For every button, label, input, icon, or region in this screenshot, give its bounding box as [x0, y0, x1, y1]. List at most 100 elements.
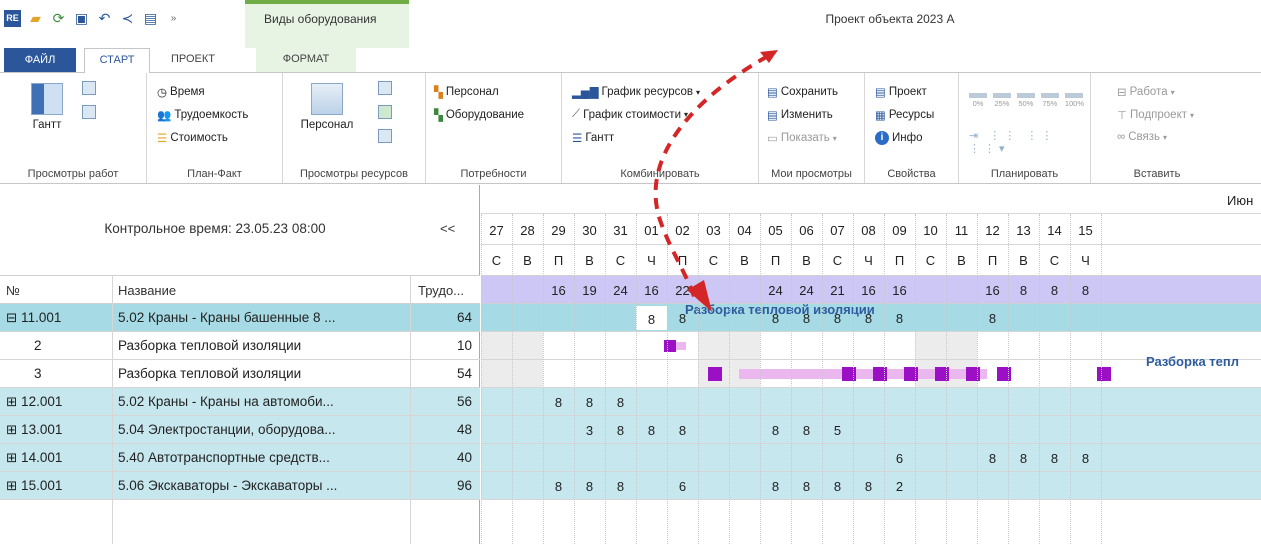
table-body: ⊟ 11.001 5.02 Краны - Краны башенные 8 ..…: [0, 304, 480, 544]
main-area: Контрольное время: 23.05.23 08:00 << № Н…: [0, 185, 1261, 544]
task-table: Контрольное время: 23.05.23 08:00 << № Н…: [0, 185, 480, 544]
personnel-grid-icon: ▚: [434, 87, 443, 99]
network-view-icon[interactable]: [82, 81, 96, 95]
equipment-sheet-icon[interactable]: [378, 105, 392, 119]
column-header-number[interactable]: №: [6, 283, 20, 298]
table-row[interactable]: ⊞ 15.001 5.06 Экскаваторы - Экскаваторы .…: [0, 472, 480, 500]
collapse-button[interactable]: <<: [440, 221, 455, 236]
gantt-view-button[interactable]: Гантт: [22, 83, 72, 131]
row-labor: 56: [456, 394, 472, 409]
line-chart-icon: ⟋: [572, 108, 581, 120]
table-row[interactable]: ⊞ 13.001 5.04 Электростанции, оборудова..…: [0, 416, 480, 444]
combine-gantt-label: Гантт: [585, 132, 615, 144]
day-gridline: [760, 214, 791, 544]
percent-100-button[interactable]: 100%: [1065, 93, 1084, 108]
chevron-down-icon: ▾: [1190, 110, 1195, 120]
day-gridline: [481, 214, 512, 544]
percent-50-button[interactable]: 50%: [1016, 93, 1035, 108]
column-divider: [112, 275, 113, 544]
day-gridline: [729, 214, 760, 544]
day-gridline: [543, 214, 574, 544]
percent-0-label: 0%: [972, 99, 984, 108]
table-row[interactable]: ⊟ 11.001 5.02 Краны - Краны башенные 8 ..…: [0, 304, 480, 332]
resource-sheet-icon[interactable]: [378, 81, 392, 95]
personnel-view-button[interactable]: Персонал: [295, 83, 359, 131]
resource-dropdown-icon[interactable]: [378, 129, 392, 143]
cost-button[interactable]: ☰ Стоимость: [157, 131, 228, 145]
table-header: № Название Трудо...: [0, 275, 480, 304]
row-number: ⊞ 14.001: [6, 450, 63, 465]
link-tasks-icons[interactable]: ⇥ ⋮⋮ ⋮⋮ ⋮⋮▾: [969, 129, 1090, 155]
group-caption: Просмотры работ: [27, 168, 119, 180]
ribbon: Гантт Просмотры работ ◷ Время 👥 Трудоемкос…: [0, 72, 1261, 184]
column-header-labor[interactable]: Трудо...: [418, 283, 464, 298]
resource-chart-button[interactable]: ▂▅▇ График ресурсов ▾: [572, 85, 700, 99]
resources-icon: ▦: [875, 110, 886, 122]
more-icon[interactable]: »: [165, 10, 182, 27]
quick-access-toolbar: RE ▰ ⟳ ▣ ↶ ≺ ▤ »: [4, 8, 182, 28]
save-view-button[interactable]: ▤ Сохранить: [767, 85, 838, 99]
resources-properties-button[interactable]: ▦ Ресурсы: [875, 108, 934, 122]
gantt-chart: Июн 27 28 29 30 31 01 02 03 04 05 06 07 08 09 10 11 12 13…: [481, 185, 1261, 544]
show-view-button[interactable]: ▭ Показать ▾: [767, 131, 837, 145]
title-bar: Виды оборудования Проект объекта 2023 А …: [0, 0, 1261, 48]
group-combine: ▂▅▇ График ресурсов ▾ ⟋ График стоимости ▾ ☰…: [562, 73, 759, 183]
equipment-grid-icon: ▚: [434, 110, 443, 122]
table-row[interactable]: 2 Разборка тепловой изоляции 10: [0, 332, 480, 360]
group-resource-views: Персонал Просмотры ресурсов: [283, 73, 426, 183]
cost-chart-button[interactable]: ⟋ График стоимости ▾: [572, 108, 688, 121]
refresh-icon[interactable]: ⟳: [50, 10, 67, 27]
percent-25-button[interactable]: 25%: [992, 93, 1011, 108]
info-button[interactable]: i Инфо: [875, 131, 922, 145]
table-row[interactable]: ⊞ 14.001 5.40 Автотранспортные средств...…: [0, 444, 480, 472]
open-folder-icon[interactable]: ▰: [27, 10, 44, 27]
group-work-views: Гантт Просмотры работ: [0, 73, 147, 183]
row-labor: 40: [456, 450, 472, 465]
control-time: Контрольное время: 23.05.23 08:00: [104, 221, 326, 236]
percent-complete-buttons: 0% 25% 50% 75% 100%: [969, 93, 1084, 108]
needs-equipment-button[interactable]: ▚ Оборудование: [434, 108, 524, 122]
row-number: ⊟ 11.001: [6, 310, 62, 325]
view-icon[interactable]: ▤: [142, 10, 159, 27]
chevron-down-icon: ▾: [832, 133, 837, 143]
group-caption: План-Факт: [187, 168, 242, 180]
save-icon[interactable]: ▣: [73, 10, 90, 27]
ribbon-tabs: ФАЙЛ СТАРТ ПРОЕКТ ФОРМАТ: [0, 48, 1261, 73]
day-gridline: [698, 214, 729, 544]
share-icon[interactable]: ≺: [119, 10, 136, 27]
info-label: Инфо: [892, 132, 923, 144]
row-number: 2: [34, 338, 42, 353]
tab-start[interactable]: СТАРТ: [84, 48, 150, 73]
column-header-name[interactable]: Название: [118, 283, 176, 298]
group-my-views: ▤ Сохранить ▤ Изменить ▭ Показать ▾ Мои прос…: [759, 73, 865, 183]
table-row[interactable]: ⊞ 12.001 5.02 Краны - Краны на автомоби..…: [0, 388, 480, 416]
combine-gantt-button[interactable]: ☰ Гантт: [572, 131, 614, 145]
month-header: Июн: [481, 185, 1261, 214]
table-row[interactable]: 3 Разборка тепловой изоляции 54: [0, 360, 480, 388]
day-gridline: [822, 214, 853, 544]
tab-format[interactable]: ФОРМАТ: [256, 48, 356, 72]
day-gridline: [1101, 214, 1132, 544]
row-labor: 48: [456, 422, 472, 437]
insert-work-button[interactable]: ⊟ Работа ▾: [1117, 85, 1175, 99]
time-button[interactable]: ◷ Время: [157, 85, 205, 99]
percent-0-button[interactable]: 0%: [969, 93, 987, 108]
insert-link-button[interactable]: ∞ Связь ▾: [1117, 131, 1167, 143]
tab-file[interactable]: ФАЙЛ: [4, 48, 76, 72]
insert-subproject-label: Подпроект: [1130, 109, 1187, 121]
info-icon: i: [875, 131, 889, 145]
insert-subproject-button[interactable]: ⊤ Подпроект ▾: [1117, 108, 1194, 122]
percent-75-button[interactable]: 75%: [1040, 93, 1059, 108]
edit-view-button[interactable]: ▤ Изменить: [767, 108, 833, 122]
needs-personnel-button[interactable]: ▚ Персонал: [434, 85, 499, 99]
link-icon: ∞: [1117, 131, 1126, 143]
project-properties-button[interactable]: ▤ Проект: [875, 85, 927, 99]
labor-button[interactable]: 👥 Трудоемкость: [157, 108, 248, 122]
undo-icon[interactable]: ↶: [96, 10, 113, 27]
group-caption: Потребности: [460, 168, 527, 180]
window-title: Проект объекта 2023 А: [825, 12, 955, 26]
grid-view-icon[interactable]: [82, 105, 96, 119]
group-caption: Просмотры ресурсов: [299, 168, 408, 180]
tab-project[interactable]: ПРОЕКТ: [160, 48, 226, 72]
row-number: ⊞ 15.001: [6, 478, 63, 493]
